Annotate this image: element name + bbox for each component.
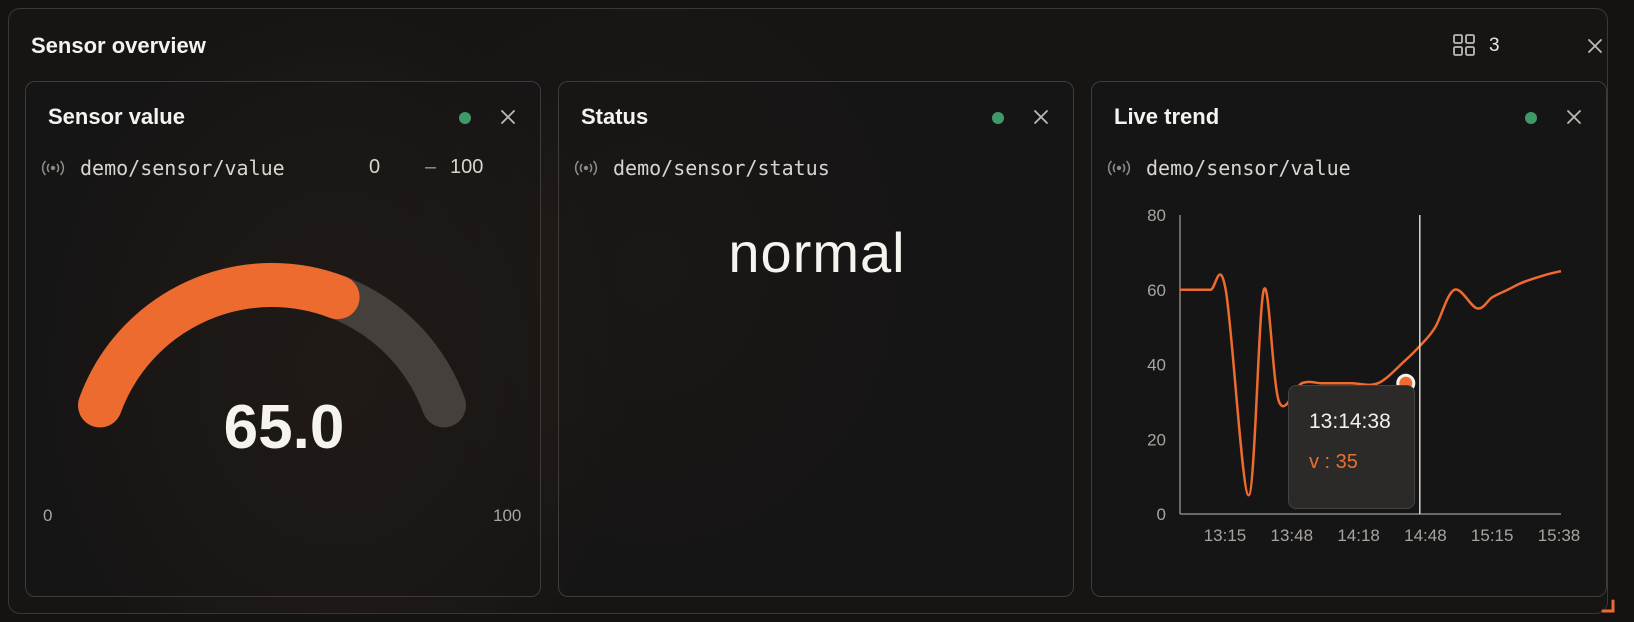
y-tick-label: 40 [1147, 356, 1166, 375]
chart-tooltip: 13:14:38 v : 35 [1288, 385, 1415, 509]
sensor-overview-window: Sensor overview 3 Sensor value demo/sens… [8, 8, 1615, 614]
gauge-value: 65.0 [223, 393, 345, 462]
x-tick-label: 15:15 [1471, 526, 1514, 545]
trend-chart[interactable]: 0 20 40 60 80 13:15 13:48 14:18 14:48 15:15 15:38 [1092, 82, 1608, 598]
gauge-min-label: 0 [43, 506, 53, 525]
window-title: Sensor overview [31, 33, 206, 58]
tooltip-value: v : 35 [1309, 451, 1358, 473]
resize-handle-icon[interactable] [1600, 598, 1616, 614]
gauge [78, 262, 466, 428]
x-tick-label: 14:48 [1404, 526, 1447, 545]
sensor-value-card: Sensor value demo/sensor/value 0 – 100 6… [25, 81, 541, 597]
widget-count: 3 [1489, 35, 1500, 56]
y-tick-label: 20 [1147, 430, 1166, 449]
x-tick-label: 14:18 [1337, 526, 1380, 545]
y-tick-label: 0 [1157, 505, 1166, 524]
online-status-dot [992, 112, 1004, 124]
y-tick-label: 80 [1147, 206, 1166, 225]
x-tick-label: 15:38 [1538, 526, 1581, 545]
status-value: normal [728, 221, 906, 284]
y-tick-label: 60 [1147, 281, 1166, 300]
broadcast-icon [574, 160, 598, 176]
live-trend-card: Live trend demo/sensor/value 0 20 40 60 80 13… [1091, 81, 1607, 597]
topic-path: demo/sensor/status [613, 156, 830, 180]
close-icon[interactable] [1583, 34, 1607, 58]
tooltip-time: 13:14:38 [1309, 410, 1391, 433]
x-tick-label: 13:48 [1271, 526, 1314, 545]
close-icon[interactable] [1029, 105, 1053, 129]
gauge-fill [78, 263, 360, 428]
x-tick-label: 13:15 [1204, 526, 1247, 545]
status-card: Status demo/sensor/status normal [558, 81, 1074, 597]
gauge-max-label: 100 [493, 506, 522, 525]
grid-icon[interactable] [1451, 32, 1477, 58]
card-title: Status [581, 104, 649, 129]
